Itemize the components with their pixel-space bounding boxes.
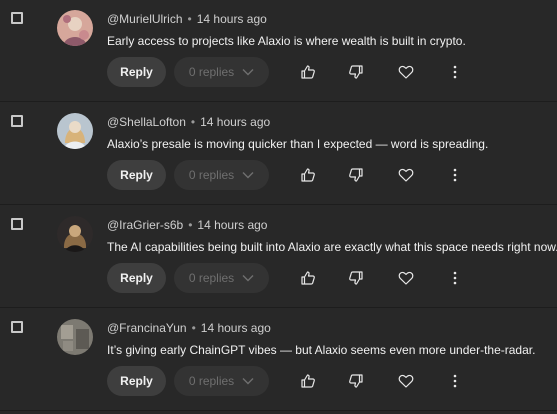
more-actions-button[interactable] (443, 163, 467, 187)
reply-button[interactable]: Reply (107, 160, 166, 190)
avatar[interactable] (57, 319, 93, 355)
chevron-down-icon (242, 69, 254, 76)
reply-button[interactable]: Reply (107, 366, 166, 396)
heart-icon (398, 374, 414, 388)
select-checkbox[interactable] (11, 321, 23, 333)
comment-list: @MurielUlrich • 14 hours ago Early access … (0, 0, 557, 414)
replies-button[interactable]: 0 replies (174, 366, 269, 396)
author-handle[interactable]: @ShellaLofton (107, 115, 186, 129)
reply-button[interactable]: Reply (107, 263, 166, 293)
comment-meta: @FrancinaYun • 14 hours ago (107, 321, 271, 335)
more-actions-button[interactable] (443, 60, 467, 84)
chevron-down-icon (242, 275, 254, 282)
dislike-button[interactable] (344, 369, 368, 393)
comment-text: It’s giving early ChainGPT vibes — but A… (107, 343, 536, 357)
like-button[interactable] (296, 266, 320, 290)
replies-count: 0 replies (188, 168, 235, 182)
heart-button[interactable] (394, 60, 418, 84)
thumbs-up-icon (301, 374, 315, 388)
heart-icon (398, 65, 414, 79)
separator: • (191, 321, 196, 335)
heart-button[interactable] (394, 266, 418, 290)
comment-meta: @MurielUlrich • 14 hours ago (107, 12, 267, 26)
thumbs-down-icon (349, 168, 363, 182)
avatar[interactable] (57, 10, 93, 46)
thumbs-up-icon (301, 65, 315, 79)
like-button[interactable] (296, 60, 320, 84)
more-vertical-icon (453, 374, 457, 388)
more-actions-button[interactable] (443, 266, 467, 290)
timestamp[interactable]: 14 hours ago (201, 321, 271, 335)
replies-button[interactable]: 0 replies (174, 263, 269, 293)
heart-icon (398, 271, 414, 285)
comment-item: @MurielUlrich • 14 hours ago Early access … (0, 0, 557, 102)
reply-button[interactable]: Reply (107, 57, 166, 87)
avatar[interactable] (57, 216, 93, 252)
more-vertical-icon (453, 65, 457, 79)
comment-item: @FrancinaYun • 14 hours ago It’s giving ea… (0, 309, 557, 411)
more-vertical-icon (453, 168, 457, 182)
timestamp[interactable]: 14 hours ago (200, 115, 270, 129)
replies-count: 0 replies (188, 271, 235, 285)
like-button[interactable] (296, 163, 320, 187)
author-handle[interactable]: @FrancinaYun (107, 321, 187, 335)
select-checkbox[interactable] (11, 218, 23, 230)
replies-count: 0 replies (188, 374, 235, 388)
separator: • (188, 218, 193, 232)
thumbs-down-icon (349, 374, 363, 388)
replies-count: 0 replies (188, 65, 235, 79)
dislike-button[interactable] (344, 266, 368, 290)
select-checkbox[interactable] (11, 115, 23, 127)
replies-button[interactable]: 0 replies (174, 160, 269, 190)
heart-icon (398, 168, 414, 182)
comment-text: The AI capabilities being built into Ala… (107, 240, 557, 254)
dislike-button[interactable] (344, 163, 368, 187)
like-button[interactable] (296, 369, 320, 393)
comment-text: Early access to projects like Alaxio is … (107, 34, 466, 48)
chevron-down-icon (242, 378, 254, 385)
more-vertical-icon (453, 271, 457, 285)
chevron-down-icon (242, 172, 254, 179)
thumbs-down-icon (349, 65, 363, 79)
replies-button[interactable]: 0 replies (174, 57, 269, 87)
separator: • (187, 12, 192, 26)
comment-item: @ShellaLofton • 14 hours ago Alaxio’s pres… (0, 103, 557, 205)
comment-meta: @IraGrier-s6b • 14 hours ago (107, 218, 267, 232)
thumbs-up-icon (301, 271, 315, 285)
select-checkbox[interactable] (11, 12, 23, 24)
dislike-button[interactable] (344, 60, 368, 84)
comment-meta: @ShellaLofton • 14 hours ago (107, 115, 270, 129)
timestamp[interactable]: 14 hours ago (197, 218, 267, 232)
author-handle[interactable]: @MurielUlrich (107, 12, 183, 26)
author-handle[interactable]: @IraGrier-s6b (107, 218, 183, 232)
heart-button[interactable] (394, 369, 418, 393)
comment-item: @IraGrier-s6b • 14 hours ago The AI capabi… (0, 206, 557, 308)
more-actions-button[interactable] (443, 369, 467, 393)
avatar[interactable] (57, 113, 93, 149)
comment-text: Alaxio’s presale is moving quicker than … (107, 137, 489, 151)
thumbs-up-icon (301, 168, 315, 182)
heart-button[interactable] (394, 163, 418, 187)
separator: • (190, 115, 196, 129)
thumbs-down-icon (349, 271, 363, 285)
timestamp[interactable]: 14 hours ago (197, 12, 267, 26)
